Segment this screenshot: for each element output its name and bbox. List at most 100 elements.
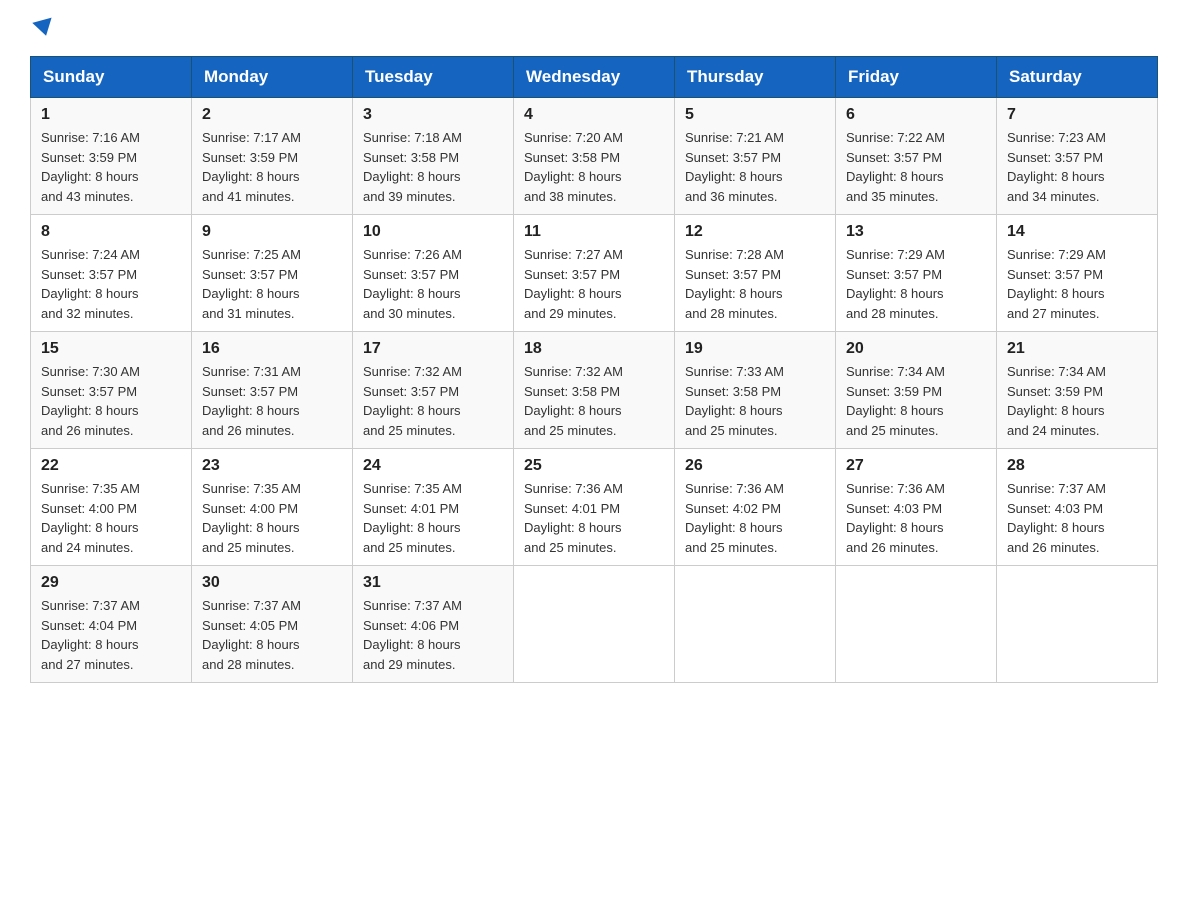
day-number: 13 xyxy=(846,223,986,241)
calendar-cell xyxy=(997,566,1158,683)
day-number: 19 xyxy=(685,340,825,358)
day-number: 8 xyxy=(41,223,181,241)
header-day-saturday: Saturday xyxy=(997,57,1158,98)
day-number: 26 xyxy=(685,457,825,475)
day-info: Sunrise: 7:32 AMSunset: 3:57 PMDaylight:… xyxy=(363,362,503,440)
calendar-week-row: 1 Sunrise: 7:16 AMSunset: 3:59 PMDaylight… xyxy=(31,98,1158,215)
day-info: Sunrise: 7:37 AMSunset: 4:04 PMDaylight:… xyxy=(41,596,181,674)
calendar-cell: 25 Sunrise: 7:36 AMSunset: 4:01 PMDayligh… xyxy=(514,449,675,566)
calendar-cell: 12 Sunrise: 7:28 AMSunset: 3:57 PMDayligh… xyxy=(675,215,836,332)
calendar-week-row: 8 Sunrise: 7:24 AMSunset: 3:57 PMDaylight… xyxy=(31,215,1158,332)
day-number: 6 xyxy=(846,106,986,124)
calendar-cell: 26 Sunrise: 7:36 AMSunset: 4:02 PMDayligh… xyxy=(675,449,836,566)
day-info: Sunrise: 7:37 AMSunset: 4:03 PMDaylight:… xyxy=(1007,479,1147,557)
day-info: Sunrise: 7:34 AMSunset: 3:59 PMDaylight:… xyxy=(846,362,986,440)
day-number: 12 xyxy=(685,223,825,241)
day-info: Sunrise: 7:24 AMSunset: 3:57 PMDaylight:… xyxy=(41,245,181,323)
calendar-cell: 30 Sunrise: 7:37 AMSunset: 4:05 PMDayligh… xyxy=(192,566,353,683)
day-number: 15 xyxy=(41,340,181,358)
calendar-cell: 15 Sunrise: 7:30 AMSunset: 3:57 PMDayligh… xyxy=(31,332,192,449)
day-info: Sunrise: 7:16 AMSunset: 3:59 PMDaylight:… xyxy=(41,128,181,206)
day-info: Sunrise: 7:25 AMSunset: 3:57 PMDaylight:… xyxy=(202,245,342,323)
calendar-table: SundayMondayTuesdayWednesdayThursdayFrid… xyxy=(30,56,1158,683)
calendar-cell: 22 Sunrise: 7:35 AMSunset: 4:00 PMDayligh… xyxy=(31,449,192,566)
calendar-cell: 31 Sunrise: 7:37 AMSunset: 4:06 PMDayligh… xyxy=(353,566,514,683)
day-info: Sunrise: 7:27 AMSunset: 3:57 PMDaylight:… xyxy=(524,245,664,323)
day-number: 10 xyxy=(363,223,503,241)
day-info: Sunrise: 7:32 AMSunset: 3:58 PMDaylight:… xyxy=(524,362,664,440)
day-number: 31 xyxy=(363,574,503,592)
day-info: Sunrise: 7:26 AMSunset: 3:57 PMDaylight:… xyxy=(363,245,503,323)
calendar-cell: 8 Sunrise: 7:24 AMSunset: 3:57 PMDaylight… xyxy=(31,215,192,332)
day-info: Sunrise: 7:35 AMSunset: 4:00 PMDaylight:… xyxy=(41,479,181,557)
calendar-cell xyxy=(675,566,836,683)
calendar-cell: 24 Sunrise: 7:35 AMSunset: 4:01 PMDayligh… xyxy=(353,449,514,566)
day-number: 3 xyxy=(363,106,503,124)
day-info: Sunrise: 7:37 AMSunset: 4:06 PMDaylight:… xyxy=(363,596,503,674)
day-info: Sunrise: 7:36 AMSunset: 4:01 PMDaylight:… xyxy=(524,479,664,557)
calendar-cell: 5Sunrise: 7:21 AMSunset: 3:57 PMDaylight… xyxy=(675,98,836,215)
day-info: Sunrise: 7:34 AMSunset: 3:59 PMDaylight:… xyxy=(1007,362,1147,440)
day-number: 24 xyxy=(363,457,503,475)
day-info: Sunrise: 7:28 AMSunset: 3:57 PMDaylight:… xyxy=(685,245,825,323)
calendar-header-row: SundayMondayTuesdayWednesdayThursdayFrid… xyxy=(31,57,1158,98)
day-number: 11 xyxy=(524,223,664,241)
calendar-cell: 10 Sunrise: 7:26 AMSunset: 3:57 PMDayligh… xyxy=(353,215,514,332)
day-number: 14 xyxy=(1007,223,1147,241)
calendar-cell: 6 Sunrise: 7:22 AMSunset: 3:57 PMDaylight… xyxy=(836,98,997,215)
logo-triangle-icon xyxy=(32,18,55,39)
day-number: 20 xyxy=(846,340,986,358)
day-info: Sunrise: 7:35 AMSunset: 4:00 PMDaylight:… xyxy=(202,479,342,557)
day-info: Sunrise: 7:22 AMSunset: 3:57 PMDaylight:… xyxy=(846,128,986,206)
header-day-monday: Monday xyxy=(192,57,353,98)
calendar-cell: 2Sunrise: 7:17 AMSunset: 3:59 PMDaylight… xyxy=(192,98,353,215)
day-info: Sunrise: 7:33 AMSunset: 3:58 PMDaylight:… xyxy=(685,362,825,440)
day-number: 17 xyxy=(363,340,503,358)
day-info: Sunrise: 7:18 AMSunset: 3:58 PMDaylight:… xyxy=(363,128,503,206)
day-number: 1 xyxy=(41,106,181,124)
day-number: 2 xyxy=(202,106,342,124)
day-number: 4 xyxy=(524,106,664,124)
day-info: Sunrise: 7:36 AMSunset: 4:03 PMDaylight:… xyxy=(846,479,986,557)
day-info: Sunrise: 7:29 AMSunset: 3:57 PMDaylight:… xyxy=(846,245,986,323)
day-number: 27 xyxy=(846,457,986,475)
day-info: Sunrise: 7:36 AMSunset: 4:02 PMDaylight:… xyxy=(685,479,825,557)
day-info: Sunrise: 7:20 AMSunset: 3:58 PMDaylight:… xyxy=(524,128,664,206)
day-number: 25 xyxy=(524,457,664,475)
header-day-friday: Friday xyxy=(836,57,997,98)
day-number: 16 xyxy=(202,340,342,358)
calendar-cell: 18 Sunrise: 7:32 AMSunset: 3:58 PMDayligh… xyxy=(514,332,675,449)
day-number: 9 xyxy=(202,223,342,241)
day-number: 30 xyxy=(202,574,342,592)
day-number: 28 xyxy=(1007,457,1147,475)
calendar-cell: 3 Sunrise: 7:18 AMSunset: 3:58 PMDaylight… xyxy=(353,98,514,215)
day-number: 29 xyxy=(41,574,181,592)
calendar-cell: 4 Sunrise: 7:20 AMSunset: 3:58 PMDaylight… xyxy=(514,98,675,215)
calendar-cell: 19 Sunrise: 7:33 AMSunset: 3:58 PMDayligh… xyxy=(675,332,836,449)
day-number: 18 xyxy=(524,340,664,358)
calendar-cell xyxy=(514,566,675,683)
calendar-cell: 9 Sunrise: 7:25 AMSunset: 3:57 PMDaylight… xyxy=(192,215,353,332)
day-number: 7 xyxy=(1007,106,1147,124)
calendar-cell: 28 Sunrise: 7:37 AMSunset: 4:03 PMDayligh… xyxy=(997,449,1158,566)
calendar-cell: 27 Sunrise: 7:36 AMSunset: 4:03 PMDayligh… xyxy=(836,449,997,566)
day-info: Sunrise: 7:30 AMSunset: 3:57 PMDaylight:… xyxy=(41,362,181,440)
day-info: Sunrise: 7:29 AMSunset: 3:57 PMDaylight:… xyxy=(1007,245,1147,323)
calendar-cell: 11 Sunrise: 7:27 AMSunset: 3:57 PMDayligh… xyxy=(514,215,675,332)
page-header xyxy=(30,20,1158,36)
calendar-week-row: 29 Sunrise: 7:37 AMSunset: 4:04 PMDayligh… xyxy=(31,566,1158,683)
calendar-cell: 20 Sunrise: 7:34 AMSunset: 3:59 PMDayligh… xyxy=(836,332,997,449)
day-info: Sunrise: 7:37 AMSunset: 4:05 PMDaylight:… xyxy=(202,596,342,674)
calendar-cell xyxy=(836,566,997,683)
calendar-cell: 7 Sunrise: 7:23 AMSunset: 3:57 PMDaylight… xyxy=(997,98,1158,215)
header-day-thursday: Thursday xyxy=(675,57,836,98)
logo xyxy=(30,20,54,36)
day-info: Sunrise: 7:23 AMSunset: 3:57 PMDaylight:… xyxy=(1007,128,1147,206)
calendar-week-row: 22 Sunrise: 7:35 AMSunset: 4:00 PMDayligh… xyxy=(31,449,1158,566)
calendar-cell: 1 Sunrise: 7:16 AMSunset: 3:59 PMDaylight… xyxy=(31,98,192,215)
calendar-cell: 17 Sunrise: 7:32 AMSunset: 3:57 PMDayligh… xyxy=(353,332,514,449)
day-info: Sunrise: 7:21 AMSunset: 3:57 PMDaylight:… xyxy=(685,128,825,206)
calendar-cell: 21Sunrise: 7:34 AMSunset: 3:59 PMDayligh… xyxy=(997,332,1158,449)
day-info: Sunrise: 7:35 AMSunset: 4:01 PMDaylight:… xyxy=(363,479,503,557)
day-number: 22 xyxy=(41,457,181,475)
